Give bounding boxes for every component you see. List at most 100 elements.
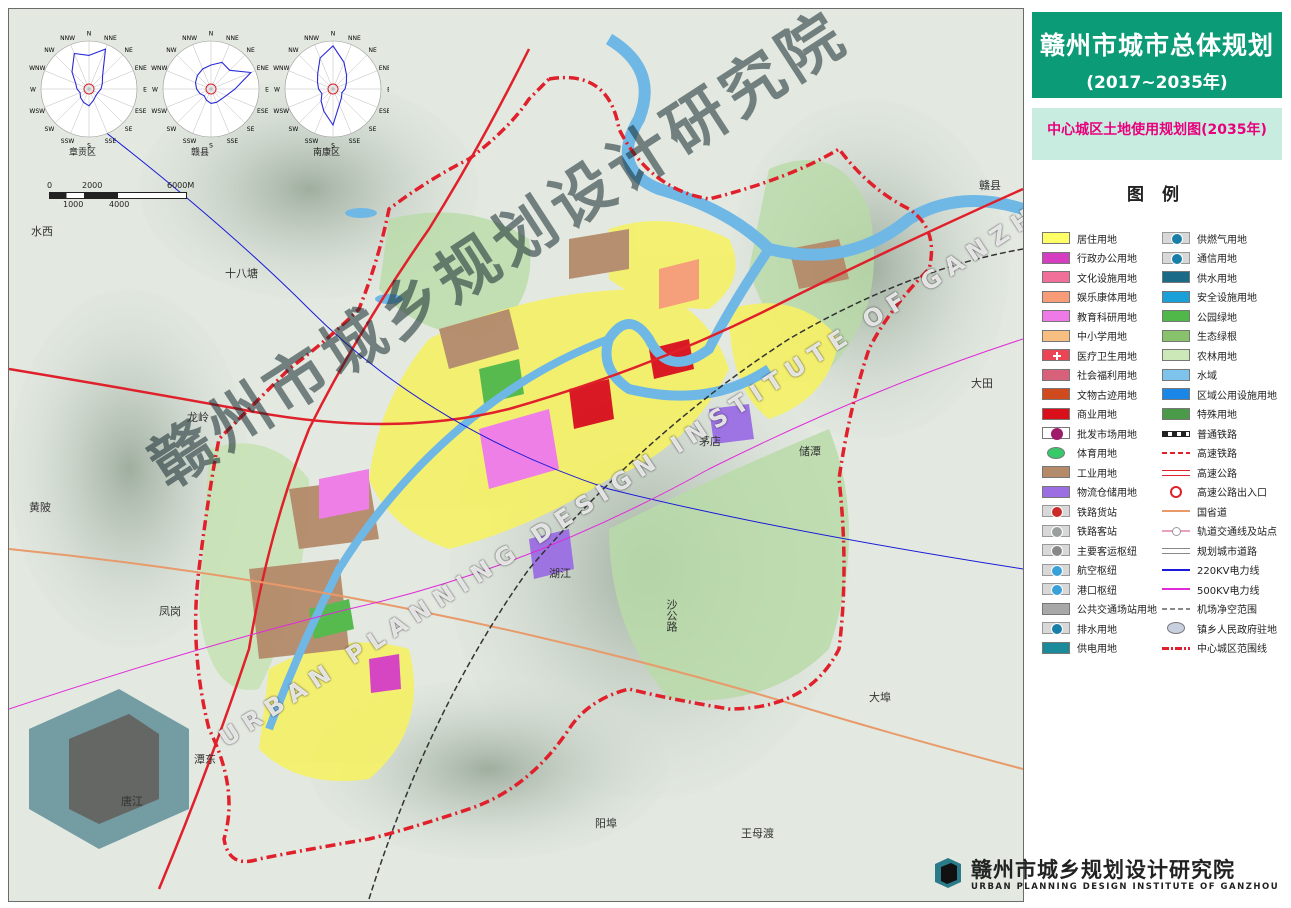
place-label: 水西	[31, 225, 53, 238]
legend-item: 高速公路出入口	[1162, 484, 1267, 500]
legend-label: 中小学用地	[1077, 332, 1127, 343]
legend-item: 水域	[1162, 367, 1217, 383]
wind-direction-label: SW	[167, 126, 177, 133]
legend-item: 供燃气用地	[1162, 230, 1247, 246]
wind-direction-label: SSE	[227, 138, 239, 145]
legend-label: 镇乡人民政府驻地	[1197, 624, 1277, 636]
legend-label: 社会福利用地	[1077, 371, 1137, 382]
place-label: 潭东	[194, 753, 216, 766]
legend-item: 规划城市道路	[1162, 542, 1257, 558]
wind-rose-caption: 南康区	[313, 148, 341, 158]
wind-direction-label: SSE	[349, 138, 361, 145]
legend-item: 排水用地	[1042, 620, 1117, 636]
map-subtitle-block: 中心城区土地使用规划图(2035年)	[1032, 108, 1282, 160]
legend-label: 供燃气用地	[1197, 234, 1247, 246]
wind-direction-label: W	[274, 87, 280, 94]
legend-label: 普通铁路	[1197, 429, 1237, 441]
place-label: 龙岭	[187, 411, 209, 424]
legend-swatch	[1042, 524, 1070, 538]
wind-direction-label: NNW	[182, 35, 197, 42]
legend-item: 生态绿根	[1162, 328, 1237, 344]
legend-swatch	[1162, 232, 1190, 245]
legend-item: 文化设施用地	[1042, 269, 1137, 285]
legend-item: 镇乡人民政府驻地	[1162, 620, 1277, 636]
legend-item: 航空枢纽	[1042, 562, 1117, 578]
wind-direction-label: WNW	[29, 65, 45, 72]
wind-direction-label: ENE	[379, 65, 389, 72]
wind-rose-caption: 章贡区	[69, 148, 97, 158]
legend-item: 轨道交通线及站点	[1162, 523, 1277, 539]
place-label: 王母渡	[741, 827, 774, 840]
legend-swatch	[1162, 642, 1190, 654]
legend-item: 高速公路	[1162, 464, 1237, 480]
legend-item: 农林用地	[1162, 347, 1237, 363]
wind-direction-label: SE	[247, 126, 255, 133]
legend-swatch	[1162, 251, 1190, 265]
legend-label: 通信用地	[1197, 254, 1237, 265]
place-label: 赣县	[979, 179, 1001, 192]
legend-swatch	[1042, 602, 1070, 615]
legend-item: 工业用地	[1042, 464, 1117, 480]
legend-swatch	[1162, 329, 1190, 342]
legend-label: 公园绿地	[1197, 312, 1237, 324]
legend-item: 公园绿地	[1162, 308, 1237, 324]
legend-swatch	[1042, 641, 1070, 654]
wind-direction-label: E	[265, 87, 269, 94]
legend-swatch	[1162, 622, 1190, 634]
legend-label: 批发市场用地	[1077, 429, 1137, 441]
legend-item: 区域公用设施用地	[1162, 386, 1277, 402]
scale-tick: 4000	[109, 200, 130, 209]
legend-swatch	[1042, 544, 1070, 557]
legend-label: 安全设施用地	[1197, 293, 1257, 304]
legend-label: 医疗卫生用地	[1077, 351, 1137, 363]
legend-swatch	[1042, 329, 1070, 342]
legend-item: 医疗卫生用地	[1042, 347, 1137, 363]
wind-direction-label: WSW	[273, 108, 289, 115]
wind-rose: NNNENEENEEESESESSESSSWSWWSWWWNWNWNNW	[151, 31, 269, 150]
wind-direction-label: N	[209, 31, 214, 38]
wind-direction-label: ESE	[379, 108, 389, 115]
legend-swatch	[1162, 427, 1190, 439]
map-years: (2017~2035年)	[1086, 73, 1228, 93]
legend-swatch	[1042, 407, 1070, 420]
place-label: 储潭	[799, 445, 821, 458]
scale-tick: 1000	[63, 200, 84, 209]
wind-direction-label: E	[387, 87, 389, 94]
legend-item: 铁路货站	[1042, 503, 1117, 519]
legend-swatch	[1162, 407, 1190, 420]
legend-swatch	[1162, 525, 1190, 537]
legend-item: 铁路客站	[1042, 523, 1117, 539]
legend-swatch	[1042, 622, 1070, 635]
legend-swatch	[1042, 466, 1070, 478]
wind-direction-label: SW	[45, 126, 55, 133]
legend-item: 港口枢纽	[1042, 581, 1117, 597]
wind-rose: NNNENEENEEESESESSESSSWSWWSWWWNWNWNNW	[29, 31, 147, 150]
legend-label: 航空枢纽	[1077, 566, 1117, 577]
wind-direction-label: NNE	[348, 35, 361, 42]
legend-label: 220KV电力线	[1197, 566, 1260, 577]
legend-swatch	[1162, 466, 1190, 478]
wind-direction-label: WSW	[29, 108, 45, 115]
legend-item: 供水用地	[1162, 269, 1237, 285]
wind-direction-label: ENE	[135, 65, 147, 72]
legend-item: 物流仓储用地	[1042, 484, 1137, 500]
wind-direction-label: NW	[44, 47, 54, 54]
wind-direction-label: S	[209, 143, 213, 150]
wind-direction-label: SE	[125, 126, 133, 133]
land-use-map[interactable]: N NNE NE ENE E ESE SE SSE S SSW SW WSW W WNW NW NNW N NNE…	[8, 8, 1024, 902]
legend-label: 行政办公用地	[1077, 254, 1137, 265]
wind-direction-label: W	[152, 87, 158, 94]
legend-item: 居住用地	[1042, 230, 1117, 246]
institute-logo-icon	[935, 858, 961, 888]
legend-swatch	[1042, 232, 1070, 244]
legend-item: 通信用地	[1162, 250, 1237, 266]
legend-swatch	[1162, 564, 1190, 576]
legend-item: 普通铁路	[1162, 425, 1237, 441]
wind-direction-label: NNW	[304, 35, 319, 42]
legend-item: 500KV电力线	[1162, 581, 1260, 597]
legend-label: 文化设施用地	[1077, 273, 1137, 285]
legend-label: 娱乐康体用地	[1077, 293, 1137, 304]
legend-label: 特殊用地	[1197, 410, 1237, 421]
wind-direction-label: N	[87, 31, 92, 38]
legend-swatch	[1042, 563, 1070, 577]
